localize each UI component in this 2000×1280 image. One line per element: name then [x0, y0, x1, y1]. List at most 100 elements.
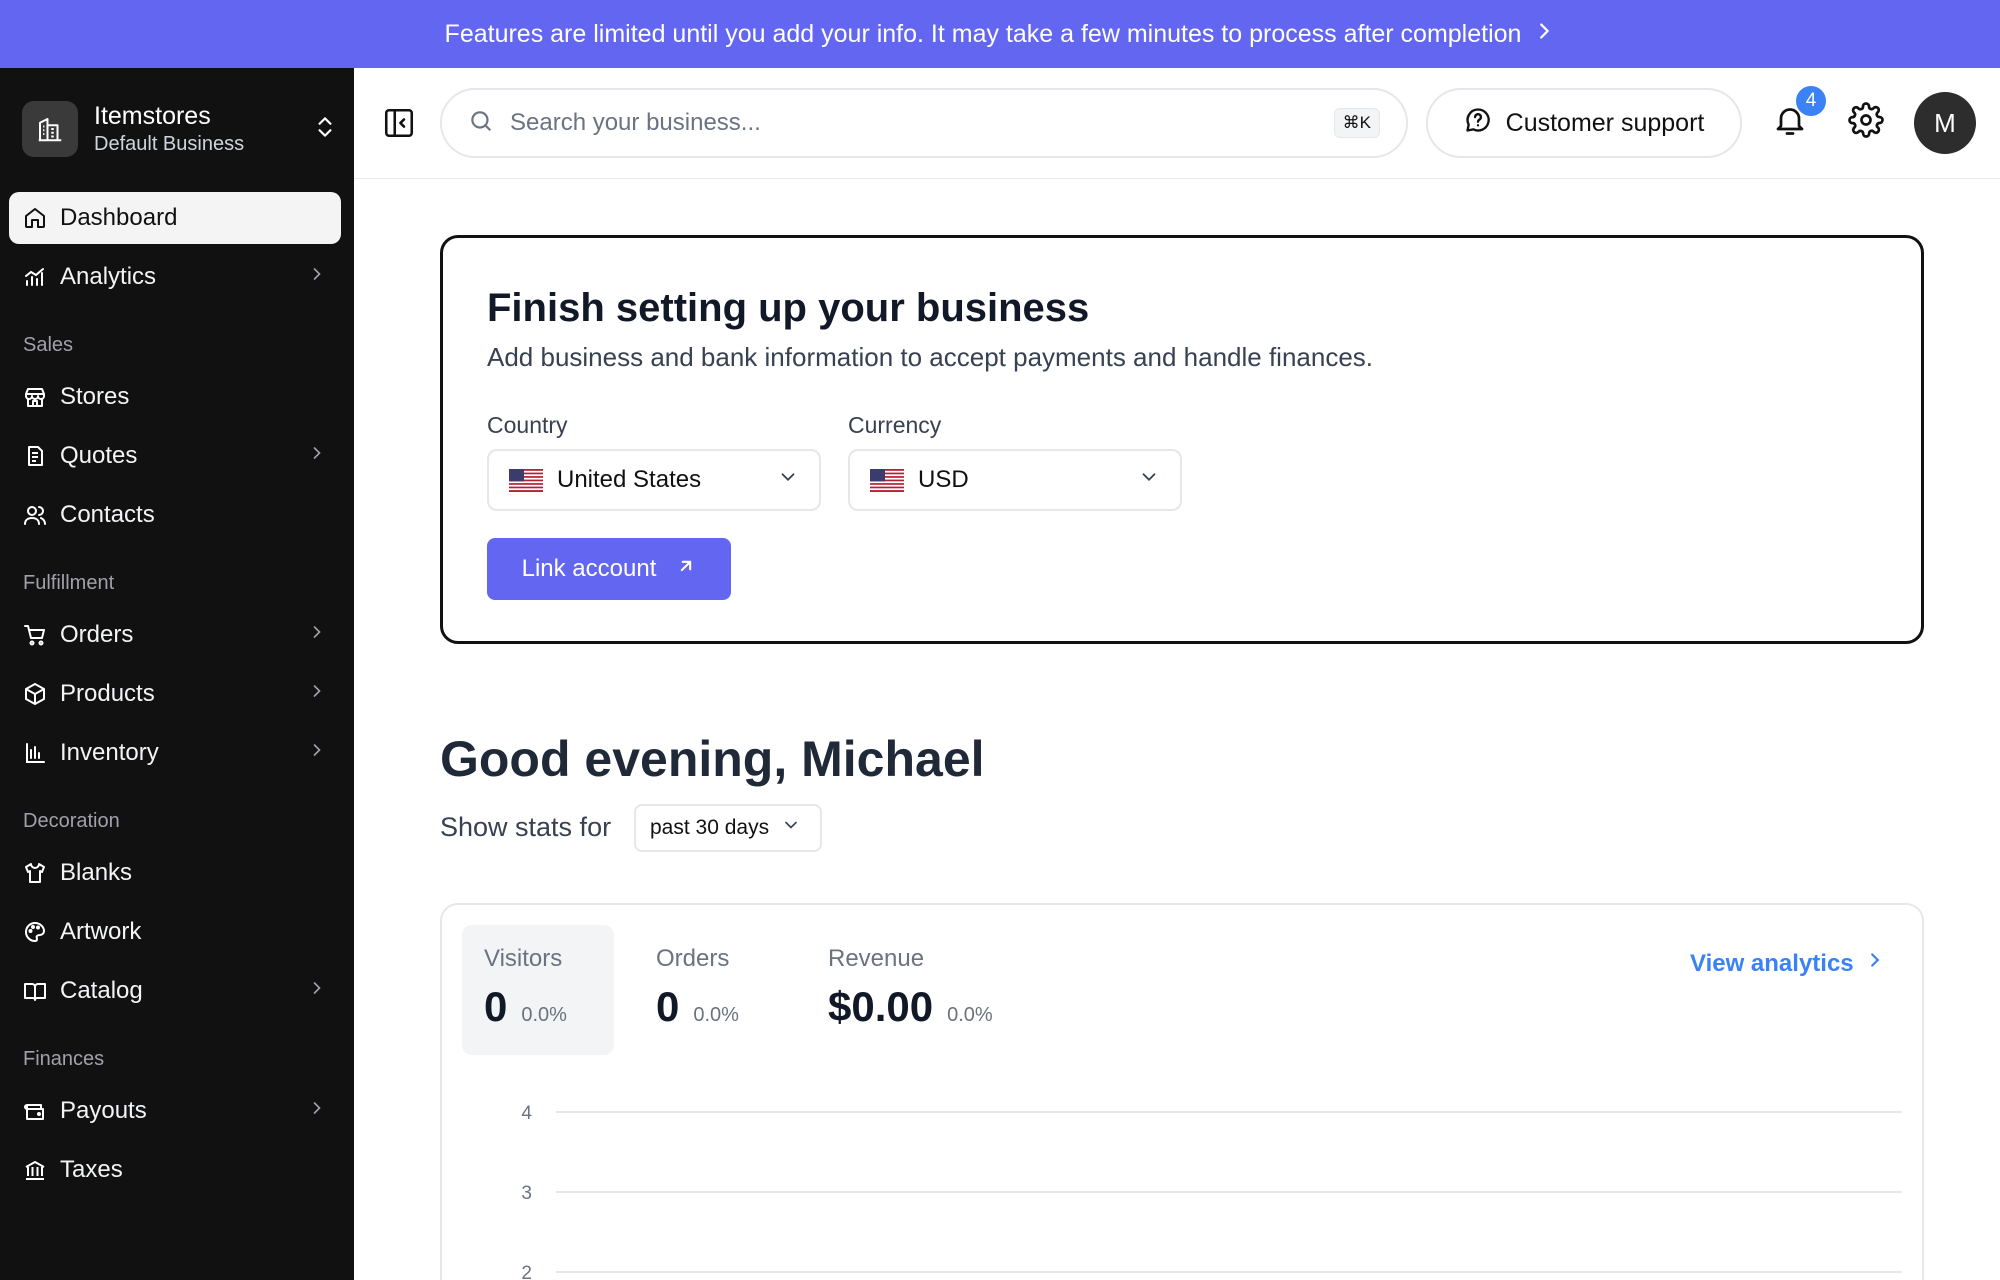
box-icon [23, 682, 47, 706]
metric-change: 0.0% [947, 1004, 993, 1026]
stats-range-value: past 30 days [650, 816, 770, 839]
store-icon [23, 385, 47, 409]
chart-icon [23, 265, 47, 289]
country-label: Country [487, 412, 568, 438]
top-bar: ⌘K Customer support 4 M [354, 68, 2000, 179]
metric-label: Revenue [828, 945, 925, 972]
sidebar-item-contacts[interactable]: Contacts [9, 489, 341, 541]
business-switcher[interactable]: Itemstores Default Business [22, 94, 338, 164]
sidebar-item-label: Products [60, 680, 155, 707]
business-name: Itemstores [94, 102, 211, 130]
chevron-down-icon [777, 466, 799, 495]
currency-label: Currency [848, 412, 942, 438]
sidebar-item-payouts[interactable]: Payouts [9, 1085, 341, 1137]
sidebar-item-label: Taxes [60, 1156, 123, 1183]
arrow-up-right-icon [676, 555, 696, 583]
home-icon [23, 206, 47, 230]
link-account-label: Link account [521, 555, 657, 582]
metric-value: 0 [656, 983, 680, 1030]
sidebar-item-catalog[interactable]: Catalog [9, 965, 341, 1017]
banner-text: Features are limited until you add your … [444, 19, 1522, 48]
currency-value: USD [918, 466, 969, 493]
notification-badge: 4 [1794, 84, 1828, 118]
chart-y-tick-label: 3 [521, 1183, 532, 1204]
setup-title: Finish setting up your business [487, 286, 1090, 330]
chart-y-tick-label: 4 [521, 1103, 532, 1124]
sidebar-item-label: Blanks [60, 859, 133, 886]
stats-chart: 4 3 2 [521, 1103, 1902, 1280]
sidebar-item-label: Orders [60, 621, 134, 648]
chevron-right-icon [307, 739, 327, 767]
metric-visitors[interactable]: Visitors 0 0.0% [462, 925, 614, 1055]
sidebar-item-label: Contacts [60, 501, 155, 528]
sidebar-item-stores[interactable]: Stores [9, 371, 341, 423]
palette-icon [23, 920, 47, 944]
business-subtitle: Default Business [94, 133, 245, 155]
sidebar-item-analytics[interactable]: Analytics [9, 251, 341, 303]
search-icon [468, 108, 494, 139]
chevron-down-icon [781, 815, 801, 841]
sidebar-item-dashboard[interactable]: Dashboard [9, 192, 341, 244]
avatar[interactable]: M [1914, 92, 1976, 154]
sidebar-item-orders[interactable]: Orders [9, 609, 341, 661]
chevron-right-icon [307, 680, 327, 708]
stats-range-label: Show stats for [440, 812, 612, 842]
chevron-right-icon [307, 263, 327, 291]
greeting-heading: Good evening, Michael [440, 731, 985, 787]
book-open-icon [23, 979, 47, 1003]
sidebar-item-blanks[interactable]: Blanks [9, 847, 341, 899]
sidebar-item-artwork[interactable]: Artwork [9, 906, 341, 958]
sidebar-item-inventory[interactable]: Inventory [9, 727, 341, 779]
customer-support-button[interactable]: Customer support [1426, 88, 1742, 158]
chevron-right-icon [307, 977, 327, 1005]
sidebar-item-label: Artwork [60, 918, 142, 945]
metric-orders[interactable]: Orders 0 0.0% [634, 925, 784, 1055]
link-account-button[interactable]: Link account [487, 538, 731, 600]
customer-support-label: Customer support [1505, 108, 1705, 137]
chart-y-tick-label: 2 [521, 1263, 532, 1280]
chevron-right-icon [307, 1097, 327, 1125]
stats-range-select[interactable]: past 30 days [634, 804, 822, 852]
search-bar[interactable]: ⌘K [440, 88, 1408, 158]
sidebar-item-label: Payouts [60, 1097, 147, 1124]
section-decoration: Decoration [23, 809, 120, 832]
sidebar-nav: Dashboard Analytics Sales Stores Quotes … [9, 192, 341, 1203]
sidebar-item-products[interactable]: Products [9, 668, 341, 720]
view-analytics-link[interactable]: View analytics [1690, 949, 1886, 978]
sidebar-item-label: Quotes [60, 442, 138, 469]
sidebar-item-label: Dashboard [60, 204, 178, 231]
search-input[interactable] [510, 109, 1334, 137]
sidebar-toggle-icon[interactable] [382, 106, 416, 140]
us-flag-icon [509, 468, 543, 492]
chevron-right-icon [307, 442, 327, 470]
stats-card: Visitors 0 0.0% Orders 0 0.0% Revenue $0… [440, 903, 1924, 1280]
chevron-right-icon [1864, 949, 1886, 978]
chevron-right-icon [307, 621, 327, 649]
country-select[interactable]: United States [487, 449, 821, 511]
metric-revenue[interactable]: Revenue $0.00 0.0% [806, 925, 1026, 1055]
section-finances: Finances [23, 1047, 105, 1070]
chat-question-icon [1464, 106, 1492, 141]
brand-text: Itemstores Default Business [94, 101, 312, 157]
section-fulfillment: Fulfillment [23, 571, 115, 594]
sidebar-item-label: Inventory [60, 739, 159, 766]
us-flag-icon [870, 468, 904, 492]
users-icon [23, 503, 47, 527]
shirt-icon [23, 861, 47, 885]
document-icon [23, 444, 47, 468]
info-banner[interactable]: Features are limited until you add your … [0, 0, 2000, 68]
currency-select[interactable]: USD [848, 449, 1182, 511]
view-analytics-label: View analytics [1690, 949, 1854, 977]
sidebar: Itemstores Default Business Dashboard An… [0, 68, 354, 1280]
sidebar-item-quotes[interactable]: Quotes [9, 430, 341, 482]
section-sales: Sales [23, 333, 74, 356]
bank-icon [23, 1158, 47, 1182]
metric-label: Visitors [484, 945, 563, 972]
gear-icon[interactable] [1848, 102, 1886, 140]
building-icon [22, 101, 78, 157]
setup-subtitle: Add business and bank information to acc… [487, 342, 1374, 372]
sidebar-item-taxes[interactable]: Taxes [9, 1144, 341, 1196]
country-value: United States [557, 466, 702, 493]
chevron-up-down-icon [312, 114, 338, 145]
bar-chart-icon [23, 741, 47, 765]
